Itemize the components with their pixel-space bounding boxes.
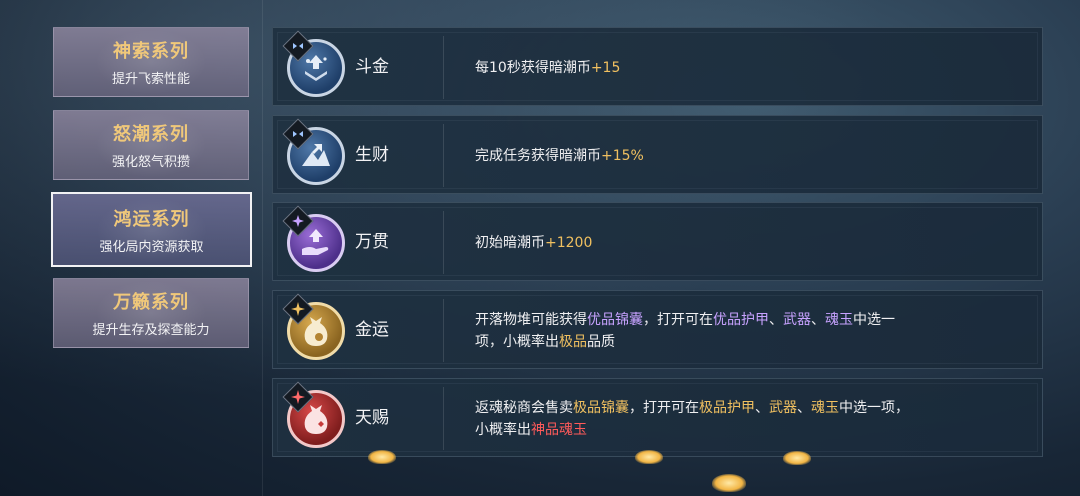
tab-title: 怒潮系列 (113, 124, 189, 145)
description-text: 开落物堆可能获得 (475, 311, 587, 328)
tab-shensuo[interactable]: 神索系列 提升飞索性能 (53, 27, 249, 97)
tab-wanlai[interactable]: 万籁系列 提升生存及探查能力 (53, 278, 249, 348)
talent-name: 万贯 (355, 232, 389, 252)
lantern-decoration (368, 450, 396, 464)
description-text: ，打开可在 (629, 399, 699, 416)
talent-row-jinyun[interactable]: 金运 开落物堆可能获得优品锦囊，打开可在优品护甲、武器、魂玉中选一项，小概率出极… (272, 290, 1043, 369)
description-text: 返魂秘商会售卖 (475, 399, 573, 416)
description-text: 、 (769, 311, 783, 328)
lantern-decoration (635, 450, 663, 464)
description-text: 品质 (587, 333, 615, 350)
talent-row-shengcai[interactable]: 生财 完成任务获得暗潮币+15% (272, 115, 1043, 194)
highlight-text: 优品锦囊 (587, 311, 643, 328)
description-text: 、 (755, 399, 769, 416)
highlight-text: 极品 (559, 333, 587, 350)
tab-title: 万籁系列 (113, 292, 189, 313)
talent-icon (282, 381, 345, 448)
talent-name: 天赐 (355, 408, 389, 428)
highlight-text: +1200 (545, 234, 593, 251)
highlight-text: 神品魂玉 (531, 421, 587, 438)
tab-title: 鸿运系列 (113, 208, 190, 230)
talent-name: 金运 (355, 320, 389, 340)
tab-subtitle: 提升生存及探查能力 (92, 323, 210, 338)
mountain-rise-icon (302, 144, 330, 166)
highlight-text: +15 (590, 59, 621, 76)
description-text: ，打开可在 (643, 311, 713, 328)
highlight-text: 武器 (769, 399, 797, 416)
highlight-text: 优品护甲 (713, 311, 769, 328)
lantern-decoration (712, 474, 746, 492)
highlight-text: 极品锦囊 (573, 399, 629, 416)
talent-icon (282, 30, 345, 97)
talent-icon (282, 205, 345, 272)
description-text: 完成任务获得暗潮币 (475, 147, 601, 164)
talent-row-doujin[interactable]: 斗金 每10秒获得暗潮币+15 (272, 27, 1043, 106)
highlight-text: 魂玉 (825, 311, 853, 328)
highlight-text: 魂玉 (811, 399, 839, 416)
talent-description: 返魂秘商会售卖极品锦囊，打开可在极品护甲、武器、魂玉中选一项，小概率出神品魂玉 (475, 379, 915, 458)
talent-row-tianci[interactable]: 天赐 返魂秘商会售卖极品锦囊，打开可在极品护甲、武器、魂玉中选一项，小概率出神品… (272, 378, 1043, 457)
talent-description: 开落物堆可能获得优品锦囊，打开可在优品护甲、武器、魂玉中选一项，小概率出极品品质 (475, 291, 915, 370)
description-text: 初始暗潮币 (475, 234, 545, 251)
coin-stack-icon (305, 55, 327, 81)
panel-divider (262, 0, 263, 496)
description-text: 、 (811, 311, 825, 328)
talent-row-wanguan[interactable]: 万贯 初始暗潮币+1200 (272, 202, 1043, 281)
talent-description: 完成任务获得暗潮币+15% (475, 116, 915, 195)
highlight-text: 极品护甲 (699, 399, 755, 416)
talent-description: 初始暗潮币+1200 (475, 203, 915, 282)
tab-subtitle: 强化怒气积攒 (111, 155, 190, 170)
tab-title: 神索系列 (113, 41, 189, 62)
highlight-text: 武器 (783, 311, 811, 328)
talent-icon (282, 293, 345, 360)
tab-subtitle: 强化局内资源获取 (99, 239, 204, 255)
tab-hongyun[interactable]: 鸿运系列 强化局内资源获取 (51, 192, 252, 267)
description-text: 每10秒获得暗潮币 (475, 59, 591, 76)
lantern-decoration (783, 451, 811, 465)
tab-nuchao[interactable]: 怒潮系列 强化怒气积攒 (53, 110, 249, 180)
talent-name: 斗金 (355, 57, 389, 77)
description-text: 、 (797, 399, 811, 416)
talent-icon (282, 118, 345, 185)
tab-subtitle: 提升飞索性能 (111, 72, 190, 87)
highlight-text: +15% (601, 147, 644, 164)
talent-name: 生财 (355, 145, 389, 165)
talent-description: 每10秒获得暗潮币+15 (475, 28, 915, 107)
